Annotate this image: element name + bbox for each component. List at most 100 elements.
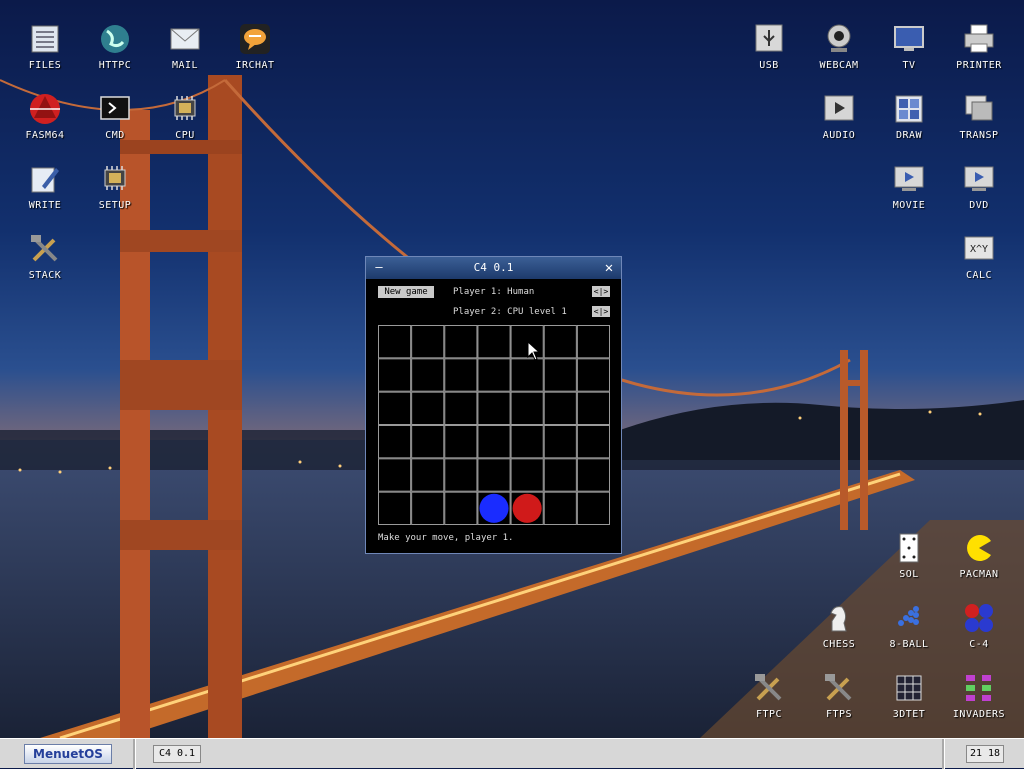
board-cell[interactable] [543, 425, 577, 459]
desktop-icon-dvd[interactable]: DVD [949, 162, 1009, 224]
c4-window[interactable]: — C4 0.1 ✕ New game Player 1: Human <|> … [365, 256, 622, 554]
desktop-icon-ftps[interactable]: FTPS [809, 671, 869, 733]
desktop-icon-tv[interactable]: TV [879, 22, 939, 84]
board-cell[interactable] [477, 458, 511, 492]
board-cell[interactable] [411, 425, 445, 459]
desktop-icon-httpc[interactable]: HTTPC [85, 22, 145, 84]
board-cell[interactable] [543, 458, 577, 492]
globe-icon [101, 25, 129, 53]
desktop-icon-label: TV [902, 60, 916, 71]
desktop-icon-cmd[interactable]: CMD [85, 92, 145, 154]
board-cell[interactable] [411, 391, 445, 425]
player2-toggle-button[interactable]: <|> [592, 306, 610, 317]
board-cell[interactable] [378, 325, 412, 359]
terminal-icon [100, 96, 130, 120]
desktop-icon-mail[interactable]: MAIL [155, 22, 215, 84]
chip-icon [174, 96, 196, 120]
mouse-cursor-icon [527, 341, 541, 361]
desktop-icon-3dtet[interactable]: 3DTET [879, 671, 939, 733]
desktop-icon-usb[interactable]: USB [739, 22, 799, 84]
desktop-icon-files[interactable]: FILES [15, 22, 75, 84]
desktop-icon-label: CMD [105, 130, 125, 141]
close-icon[interactable]: ✕ [601, 259, 617, 277]
board-cell[interactable] [444, 358, 478, 392]
c4-icon [965, 604, 993, 632]
clock: 21 18 [966, 745, 1004, 763]
board-cell[interactable] [510, 425, 544, 459]
desktop-icon-webcam[interactable]: WEBCAM [809, 22, 869, 84]
board-cell[interactable] [378, 358, 412, 392]
board-cell[interactable] [378, 391, 412, 425]
desktop-icon-ftpc[interactable]: FTPC [739, 671, 799, 733]
game-board[interactable] [378, 325, 610, 525]
mail-icon [170, 28, 200, 50]
menuet-start-button[interactable]: MenuetOS [24, 744, 112, 764]
minimize-icon[interactable]: — [372, 257, 386, 279]
board-cell[interactable] [576, 325, 610, 359]
board-cell[interactable] [543, 391, 577, 425]
board-cell[interactable] [444, 458, 478, 492]
chip-icon [104, 166, 126, 190]
player1-toggle-button[interactable]: <|> [592, 286, 610, 297]
board-cell[interactable] [411, 458, 445, 492]
desktop-icon-label: INVADERS [952, 709, 1006, 720]
svg-text:X^Y: X^Y [970, 244, 988, 255]
board-cell[interactable] [576, 491, 610, 525]
desktop-icon-label: AUDIO [822, 130, 856, 141]
desktop-icon-setup[interactable]: SETUP [85, 162, 145, 224]
desktop-icon-chess[interactable]: CHESS [809, 601, 869, 663]
board-cell[interactable] [510, 358, 544, 392]
board-cell[interactable] [444, 425, 478, 459]
desktop-icon-label: USB [759, 60, 779, 71]
window-titlebar[interactable]: — C4 0.1 ✕ [366, 257, 621, 279]
fasm-icon [30, 94, 60, 124]
desktop-icon-movie[interactable]: MOVIE [879, 162, 939, 224]
desktop-icon-cpu[interactable]: CPU [155, 92, 215, 154]
board-cell[interactable] [411, 325, 445, 359]
board-cell[interactable] [477, 391, 511, 425]
board-cell[interactable] [543, 491, 577, 525]
board-cell[interactable] [378, 425, 412, 459]
desktop-icon-audio[interactable]: AUDIO [809, 92, 869, 154]
desktop-icon-write[interactable]: WRITE [15, 162, 75, 224]
board-cell[interactable] [444, 491, 478, 525]
desktop-icon-invaders[interactable]: INVADERS [949, 671, 1009, 733]
board-cell[interactable] [576, 458, 610, 492]
board-cell[interactable] [378, 491, 412, 525]
desktop-icon-transp[interactable]: TRANSP [949, 92, 1009, 154]
board-cell[interactable] [510, 458, 544, 492]
board-cell[interactable] [411, 358, 445, 392]
board-cell[interactable] [411, 491, 445, 525]
tools-icon [825, 674, 852, 701]
board-cell[interactable] [543, 325, 577, 359]
window-title: C4 0.1 [473, 261, 514, 274]
board-cell[interactable] [444, 391, 478, 425]
board-cell[interactable] [576, 391, 610, 425]
board-cell[interactable] [510, 391, 544, 425]
board-cell[interactable] [477, 325, 511, 359]
desktop-icon-stack[interactable]: STACK [15, 232, 75, 294]
desktop-icon-pacman[interactable]: PACMAN [949, 531, 1009, 593]
webcam-icon [827, 24, 851, 52]
board-cell[interactable] [378, 458, 412, 492]
desktop-icon-c4[interactable]: C-4 [949, 601, 1009, 663]
desktop-icon-8ball[interactable]: 8-BALL [879, 601, 939, 663]
board-cell[interactable] [576, 358, 610, 392]
desktop-icon-fasm64[interactable]: FASM64 [15, 92, 75, 154]
board-cell[interactable] [477, 358, 511, 392]
desktop-icon-draw[interactable]: DRAW [879, 92, 939, 154]
desktop-icon-label: PACMAN [959, 569, 999, 580]
desktop-icon-sol[interactable]: SOL [879, 531, 939, 593]
calc-icon: X^Y [964, 236, 994, 260]
taskbar-item-c4[interactable]: C4 0.1 [153, 745, 201, 763]
board-cell[interactable] [576, 425, 610, 459]
desktop-icon-label: HTTPC [98, 60, 132, 71]
board-cell[interactable] [444, 325, 478, 359]
board-cell[interactable] [477, 425, 511, 459]
desktop-icon-calc[interactable]: X^Y CALC [949, 232, 1009, 294]
board-cell[interactable] [543, 358, 577, 392]
desktop-icon-label: TRANSP [959, 130, 999, 141]
desktop-icon-printer[interactable]: PRINTER [949, 22, 1009, 84]
desktop-icon-irchat[interactable]: IRCHAT [225, 22, 285, 84]
new-game-button[interactable]: New game [378, 286, 434, 298]
